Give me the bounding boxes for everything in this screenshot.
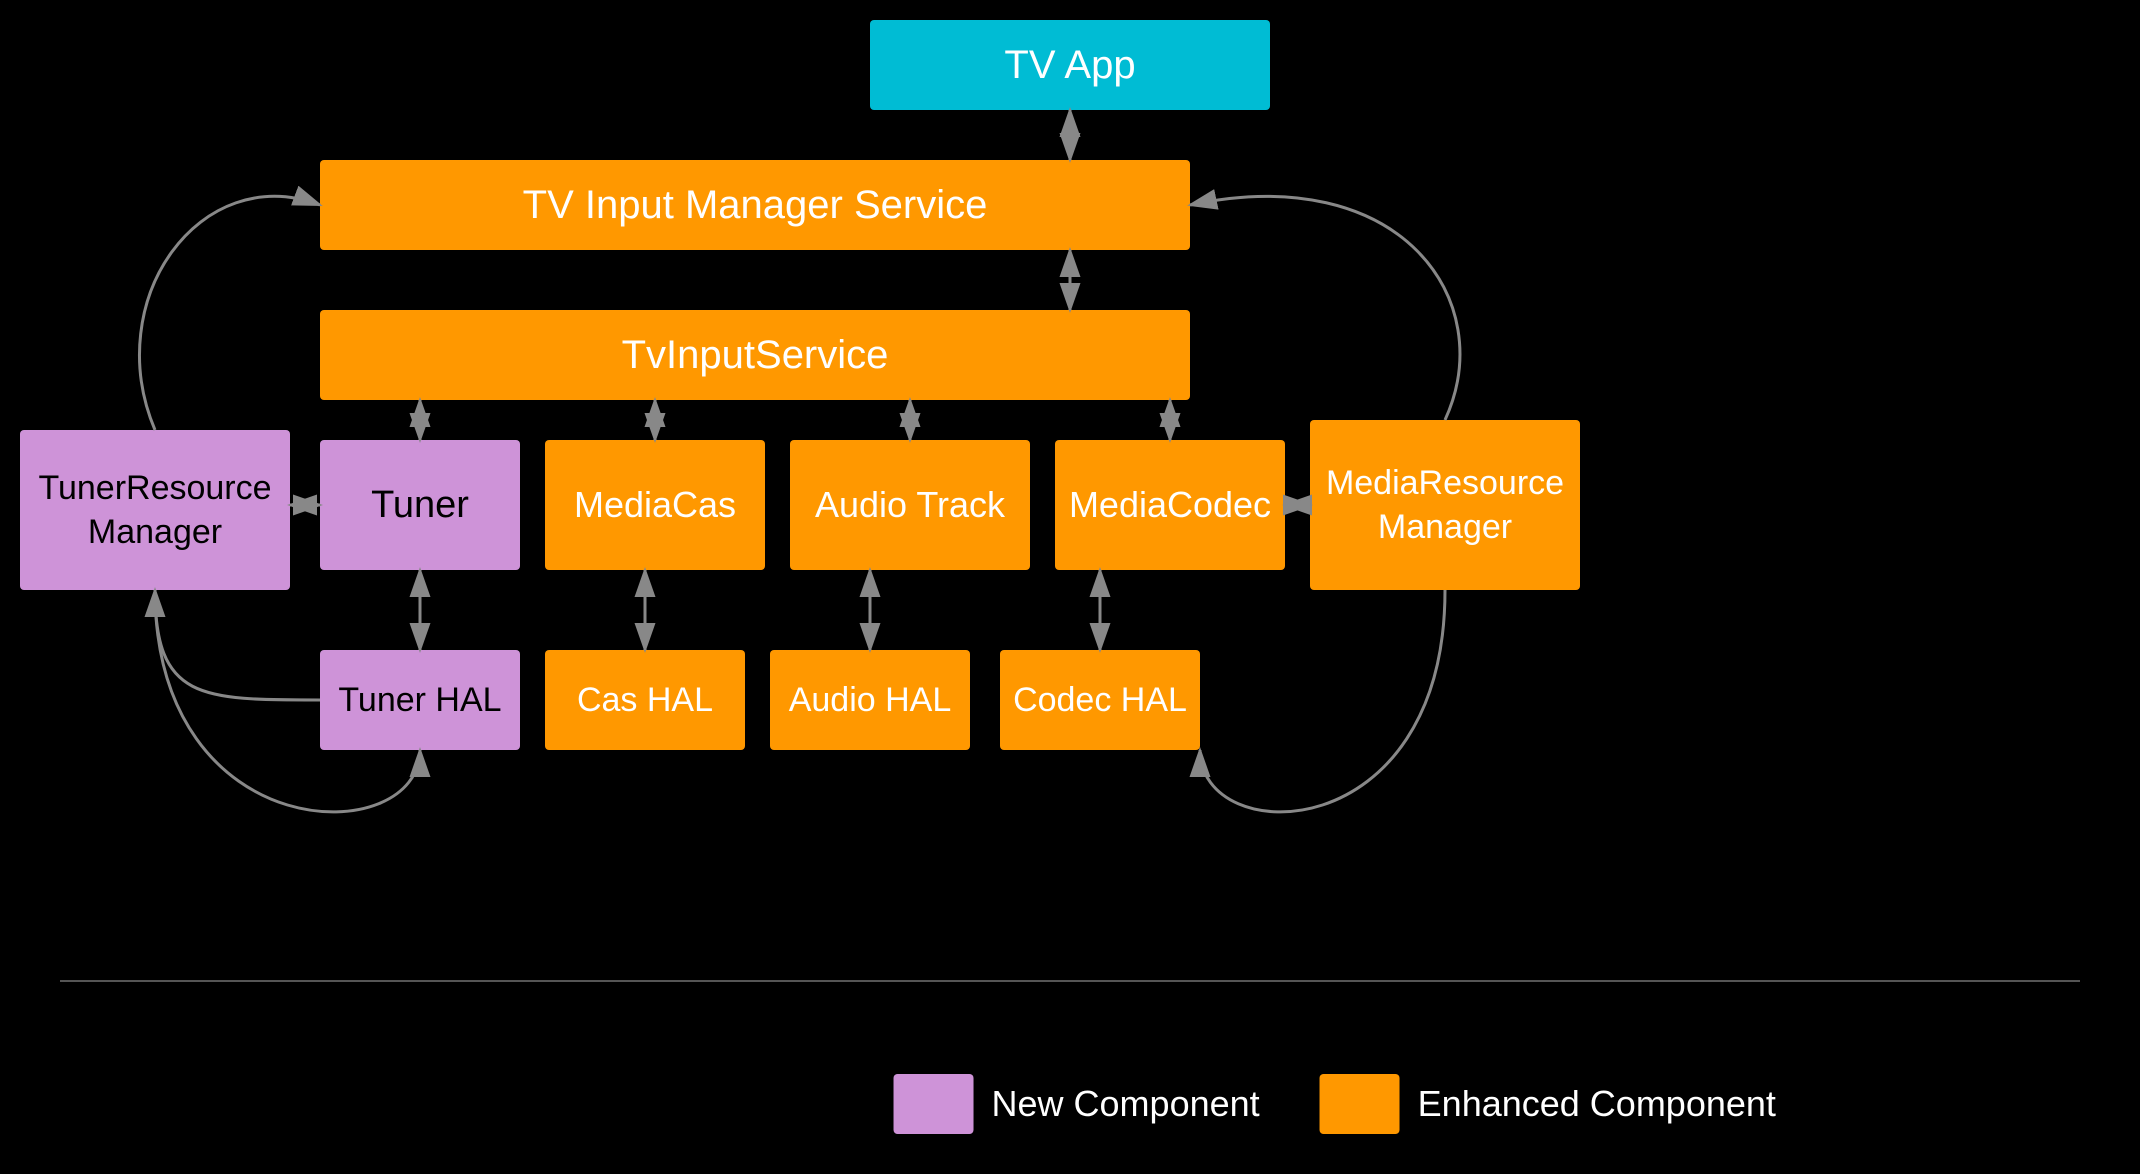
legend: New Component Enhanced Component bbox=[894, 1074, 1776, 1134]
legend-enhanced-component-box bbox=[1320, 1074, 1400, 1134]
audio-hal-box: Audio HAL bbox=[770, 650, 970, 750]
legend-enhanced-component-label: Enhanced Component bbox=[1418, 1083, 1776, 1125]
diagram-container: TV App TV Input Manager Service TvInputS… bbox=[0, 0, 2140, 1174]
media-codec-box: MediaCodec bbox=[1055, 440, 1285, 570]
legend-new-component-label: New Component bbox=[992, 1083, 1260, 1125]
tuner-resource-manager-box: TunerResource Manager bbox=[20, 430, 290, 590]
cas-hal-box: Cas HAL bbox=[545, 650, 745, 750]
legend-new-component-box bbox=[894, 1074, 974, 1134]
tuner-hal-box: Tuner HAL bbox=[320, 650, 520, 750]
legend-new-component: New Component bbox=[894, 1074, 1260, 1134]
codec-hal-box: Codec HAL bbox=[1000, 650, 1200, 750]
tv-app-box: TV App bbox=[870, 20, 1270, 110]
media-resource-manager-box: MediaResource Manager bbox=[1310, 420, 1580, 590]
audio-track-box: Audio Track bbox=[790, 440, 1030, 570]
tuner-box: Tuner bbox=[320, 440, 520, 570]
legend-enhanced-component: Enhanced Component bbox=[1320, 1074, 1776, 1134]
tv-input-service-box: TvInputService bbox=[320, 310, 1190, 400]
tv-input-manager-box: TV Input Manager Service bbox=[320, 160, 1190, 250]
divider bbox=[60, 980, 2080, 982]
media-cas-box: MediaCas bbox=[545, 440, 765, 570]
